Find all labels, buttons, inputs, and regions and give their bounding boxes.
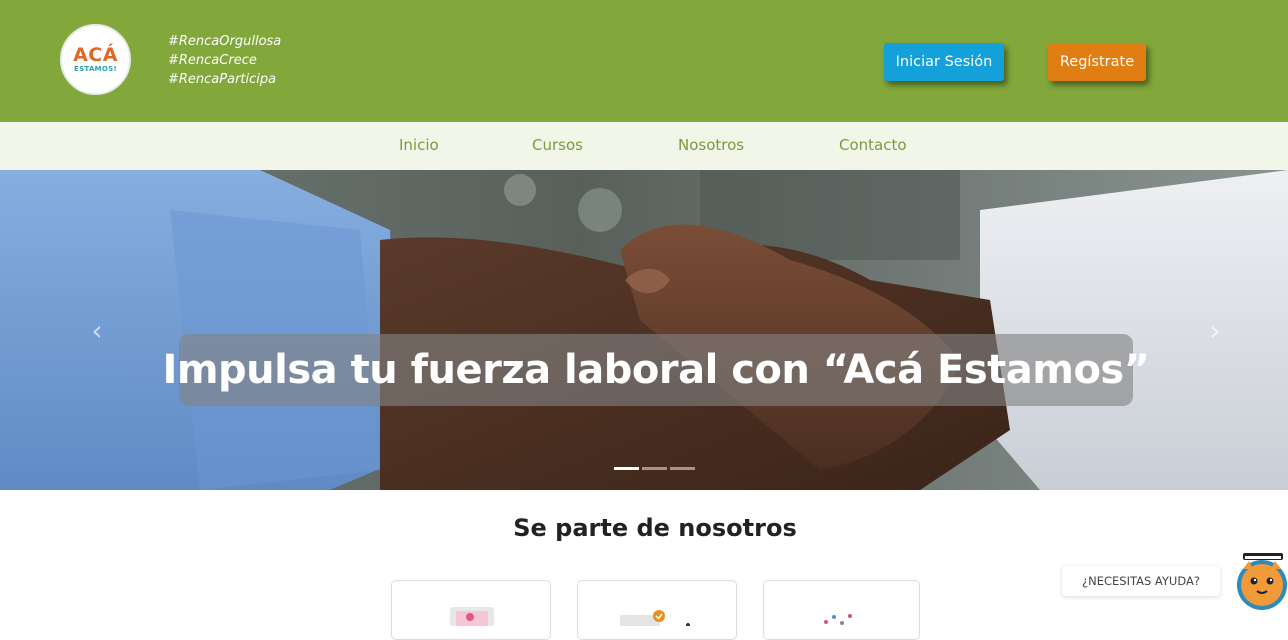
help-chat-bubble[interactable]: ¿NECESITAS AYUDA? [1062, 566, 1220, 596]
nav-item-cursos[interactable]: Cursos [532, 136, 583, 154]
carousel-indicator[interactable] [614, 467, 639, 470]
feature-card[interactable] [391, 580, 551, 640]
feature-card[interactable] [763, 580, 920, 640]
carousel-prev-button[interactable]: ‹ [82, 312, 112, 348]
chevron-left-icon: ‹ [91, 313, 103, 347]
hero-caption-text: Impulsa tu fuerza laboral con “Acá Estam… [162, 347, 1150, 393]
hero-caption: Impulsa tu fuerza laboral con “Acá Estam… [162, 334, 1150, 406]
site-header: ACÁ ESTAMOS! #RencaOrgullosa #RencaCrece… [0, 0, 1288, 122]
hashtag: #RencaOrgullosa [168, 34, 282, 49]
feature-card-illustration [450, 607, 494, 627]
nav-item-nosotros[interactable]: Nosotros [678, 136, 744, 154]
hero-handshake-image [0, 170, 1288, 490]
nav-item-inicio[interactable]: Inicio [399, 136, 439, 154]
main-nav: Inicio Cursos Nosotros Contacto [0, 122, 1288, 170]
hero-carousel: ‹ › Impulsa tu fuerza laboral con “Acá E… [0, 170, 1288, 490]
carousel-indicator[interactable] [642, 467, 667, 470]
carousel-indicators [614, 467, 695, 470]
register-button[interactable]: Regístrate [1048, 43, 1146, 81]
hashtag: #RencaCrece [168, 53, 257, 68]
logo-main-text: ACÁ [73, 44, 118, 66]
site-logo[interactable]: ACÁ ESTAMOS! [60, 24, 131, 95]
feature-card[interactable] [577, 580, 737, 640]
login-button[interactable]: Iniciar Sesión [884, 43, 1004, 81]
hashtag: #RencaParticipa [168, 72, 277, 87]
help-mascot-icon[interactable] [1229, 547, 1288, 613]
nav-item-contacto[interactable]: Contacto [839, 136, 907, 154]
feature-card-illustration [620, 610, 690, 627]
section-title: Se parte de nosotros [513, 514, 797, 542]
carousel-indicator[interactable] [670, 467, 695, 470]
logo-sub-text: ESTAMOS! [73, 65, 118, 73]
hashtag-list: #RencaOrgullosa #RencaCrece #RencaPartic… [168, 32, 281, 89]
feature-card-illustration [824, 614, 852, 625]
carousel-next-button[interactable]: › [1200, 312, 1230, 348]
chevron-right-icon: › [1209, 313, 1221, 347]
